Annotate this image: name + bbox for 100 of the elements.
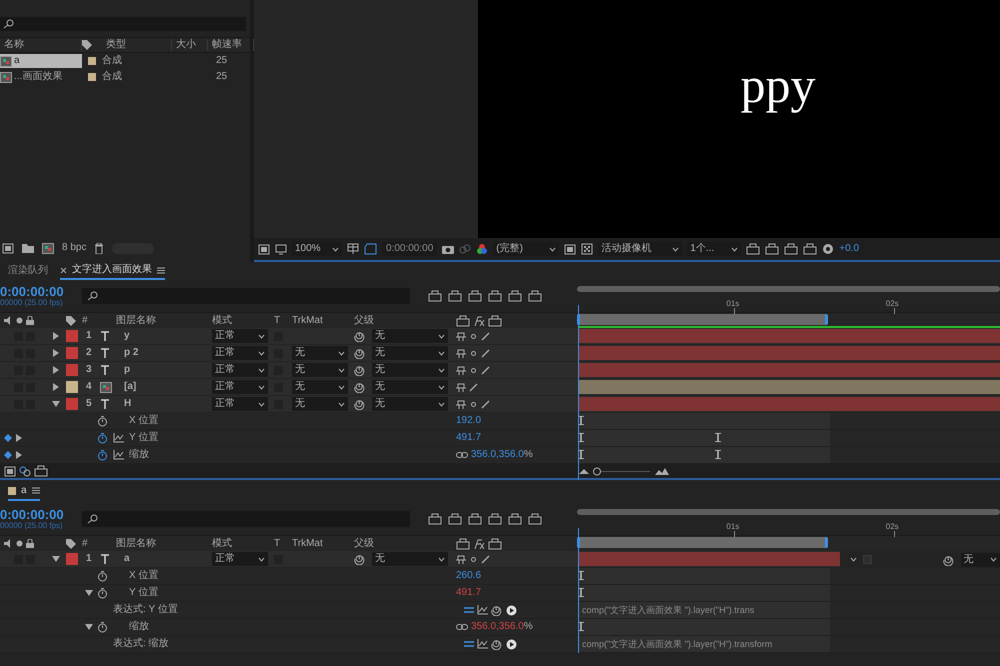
zoom-in-icon[interactable] <box>655 468 669 474</box>
spiral-icon[interactable] <box>942 554 955 566</box>
track-matte-dropdown[interactable]: 无 <box>292 380 348 394</box>
layer-name[interactable]: p 2 <box>116 347 212 359</box>
parent-dropdown[interactable]: 无 <box>372 329 448 343</box>
view-layout-dropdown[interactable]: 1个... <box>687 242 742 256</box>
zoom-slider-drawing[interactable] <box>592 466 652 476</box>
folder-icon[interactable] <box>22 243 34 253</box>
language-menu-icon[interactable] <box>506 604 517 616</box>
close-icon[interactable] <box>60 266 67 274</box>
layer-name[interactable]: p <box>116 364 212 376</box>
color-label[interactable] <box>66 364 78 376</box>
link-icon[interactable] <box>456 451 468 459</box>
parent-dropdown[interactable]: 无 <box>960 552 1000 566</box>
property-value[interactable]: 192.0 <box>456 415 482 427</box>
color-label[interactable] <box>66 398 78 410</box>
blend-mode-dropdown[interactable]: 正常 <box>212 329 268 343</box>
search-field[interactable] <box>0 17 246 31</box>
project-item[interactable]: ...画面效果 <box>0 70 82 84</box>
layer-name[interactable]: a <box>116 553 212 565</box>
blend-mode-dropdown[interactable]: 正常 <box>212 380 268 394</box>
menu-icon[interactable] <box>32 487 40 494</box>
spiral-icon[interactable] <box>354 364 366 376</box>
stopwatch-icon[interactable] <box>97 432 108 444</box>
stopwatch-icon[interactable] <box>97 587 108 599</box>
stopwatch-icon[interactable] <box>97 621 108 633</box>
property-value[interactable]: 491.7 <box>456 432 482 444</box>
exposure-value[interactable]: +0.0 <box>839 243 860 255</box>
stopwatch-icon[interactable] <box>97 449 108 461</box>
current-time[interactable]: 0:00:00:00 <box>0 284 64 298</box>
expression-toggle-icon[interactable] <box>464 640 474 648</box>
keyframe-diamond-icon[interactable] <box>4 434 12 442</box>
search-icon[interactable] <box>86 291 100 301</box>
grid-icon[interactable] <box>347 243 359 255</box>
monitor-icon[interactable] <box>275 244 287 254</box>
layer-name[interactable]: H <box>116 398 212 410</box>
spiral-icon[interactable] <box>354 347 366 359</box>
spiral-icon[interactable] <box>354 330 366 342</box>
expand-arrow-icon[interactable] <box>52 366 60 374</box>
collapse-arrow-icon[interactable] <box>52 555 60 563</box>
next-keyframe-icon[interactable] <box>15 434 23 442</box>
color-channels-icon[interactable] <box>476 243 488 255</box>
resolution-dropdown[interactable]: (完整) <box>493 242 560 256</box>
panel-tab[interactable]: a <box>8 482 40 500</box>
parent-dropdown[interactable]: 无 <box>372 552 448 566</box>
zoom-dropdown[interactable]: 100% <box>292 242 342 256</box>
graph-icon[interactable] <box>113 450 124 460</box>
next-keyframe-icon[interactable] <box>15 451 23 459</box>
expression-toggle-icon[interactable] <box>464 606 474 614</box>
spiral-icon[interactable] <box>491 604 503 616</box>
zoom-out-icon[interactable] <box>579 468 589 474</box>
layer-search-field[interactable] <box>82 511 410 527</box>
transparency-grid-icon[interactable] <box>581 243 594 255</box>
project-item[interactable]: a <box>0 54 82 68</box>
track-matte-dropdown[interactable]: 无 <box>292 397 348 411</box>
collapse-arrow-icon[interactable] <box>52 400 60 408</box>
trash-icon[interactable] <box>94 242 104 254</box>
color-label[interactable] <box>66 381 78 393</box>
collapse-arrow-icon[interactable] <box>85 589 93 597</box>
current-time[interactable]: 0:00:00:00 <box>0 508 64 521</box>
search-icon[interactable] <box>86 514 100 524</box>
graph-icon[interactable] <box>113 433 124 443</box>
property-value[interactable]: 260.6 <box>456 570 482 582</box>
stopwatch-icon[interactable] <box>97 415 108 427</box>
parent-dropdown[interactable]: 无 <box>372 380 448 394</box>
composition-icon[interactable] <box>42 242 54 254</box>
color-label[interactable] <box>66 553 78 565</box>
blend-mode-dropdown[interactable]: 正常 <box>212 363 268 377</box>
blend-mode-dropdown[interactable]: 正常 <box>212 346 268 360</box>
track-matte-dropdown[interactable]: 无 <box>292 363 348 377</box>
expand-arrow-icon[interactable] <box>52 349 60 357</box>
parent-dropdown[interactable]: 无 <box>372 363 448 377</box>
panel-tab[interactable]: 渲染队列 <box>8 262 48 280</box>
search-icon[interactable] <box>2 19 16 29</box>
spiral-icon[interactable] <box>354 381 366 393</box>
spiral-icon[interactable] <box>354 553 366 565</box>
timecode-field[interactable]: 0:00:00:00 <box>382 242 438 256</box>
layer-name[interactable]: [a] <box>116 381 212 393</box>
menu-icon[interactable] <box>157 266 165 274</box>
spiral-icon[interactable] <box>491 638 503 650</box>
graph-icon[interactable] <box>477 605 488 615</box>
expand-arrow-icon[interactable] <box>52 332 60 340</box>
keyframe-diamond-icon[interactable] <box>4 451 12 459</box>
property-value[interactable]: 356.0,356.0 <box>471 449 524 461</box>
track-matte-dropdown[interactable]: 无 <box>292 346 348 360</box>
layer-name[interactable]: y <box>116 330 212 342</box>
blend-mode-dropdown[interactable]: 正常 <box>212 552 268 566</box>
camera-icon[interactable] <box>442 244 454 254</box>
blend-mode-dropdown[interactable]: 正常 <box>212 397 268 411</box>
bit-depth-label[interactable]: 8 bpc <box>62 242 86 254</box>
color-label[interactable] <box>66 347 78 359</box>
graph-icon[interactable] <box>477 639 488 649</box>
parent-dropdown[interactable]: 无 <box>372 346 448 360</box>
layer-search-field[interactable] <box>82 288 410 304</box>
expand-arrow-icon[interactable] <box>52 383 60 391</box>
link-icon[interactable] <box>456 623 468 631</box>
stopwatch-icon[interactable] <box>97 570 108 582</box>
parent-dropdown[interactable]: 无 <box>372 397 448 411</box>
spiral-icon[interactable] <box>354 398 366 410</box>
collapse-arrow-icon[interactable] <box>85 623 93 631</box>
